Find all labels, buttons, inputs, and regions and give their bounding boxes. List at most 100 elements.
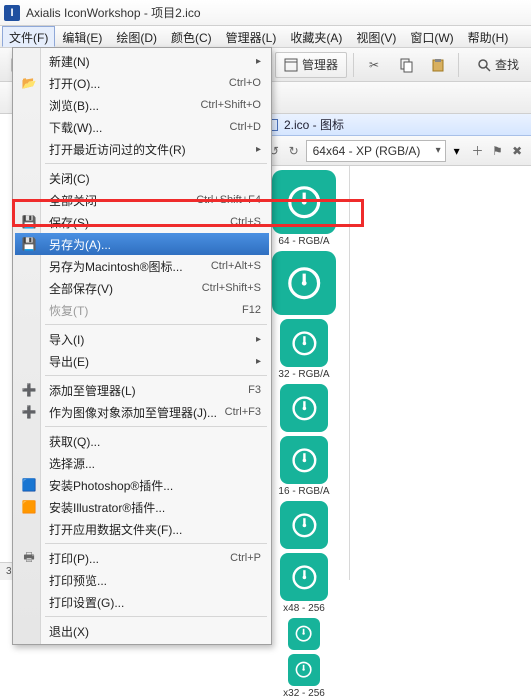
menu-item[interactable]: 打开最近访问过的文件(R)▸ [15, 138, 269, 160]
menu-item[interactable]: 📂打开(O)...Ctrl+O [15, 72, 269, 94]
menu-item-accel: Ctrl+O [229, 77, 261, 89]
menu-item-label: 全部关闭 [49, 192, 196, 209]
menu-file[interactable]: 文件(F) [2, 26, 55, 47]
blank-icon [21, 331, 37, 347]
blank-icon [21, 433, 37, 449]
menu-item[interactable]: 🟦安装Photoshop®插件... [15, 474, 269, 496]
menu-item[interactable]: 打印设置(G)... [15, 591, 269, 613]
menu-separator [45, 543, 267, 544]
menu-item-label: 另存为(A)... [49, 236, 261, 253]
menu-item-label: 打印预览... [49, 572, 261, 589]
menu-edit[interactable]: 编辑(E) [55, 26, 109, 47]
manager-label: 管理器 [302, 56, 338, 73]
menu-item[interactable]: 全部关闭Ctrl+Shift+F4 [15, 189, 269, 211]
menu-item[interactable]: 💾另存为(A)... [15, 233, 269, 255]
menu-help[interactable]: 帮助(H) [461, 26, 516, 47]
menu-item-label: 添加至管理器(L) [49, 382, 248, 399]
format-select[interactable]: 64x64 - XP (RGB/A) [306, 140, 446, 162]
add-format-icon[interactable]: ＋ [470, 139, 486, 163]
menu-item[interactable]: 关闭(C) [15, 167, 269, 189]
cut-icon[interactable]: ✂ [360, 52, 388, 78]
menu-item[interactable]: 退出(X) [15, 620, 269, 642]
thumb-item[interactable]: x48 - 256 [264, 553, 344, 614]
menu-separator [45, 163, 267, 164]
menu-color[interactable]: 颜色(C) [164, 26, 219, 47]
ps-icon: 🟦 [21, 477, 37, 493]
menu-manager[interactable]: 管理器(L) [219, 26, 284, 47]
thumb-preview-icon [272, 251, 336, 315]
manager-button[interactable]: 管理器 [275, 52, 347, 78]
rotate-right-icon[interactable]: ↻ [286, 139, 302, 163]
menu-item-label: 打开最近访问过的文件(R) [49, 141, 256, 158]
blank-icon [21, 141, 37, 157]
menu-item[interactable]: 打开应用数据文件夹(F)... [15, 518, 269, 540]
blank-icon [21, 302, 37, 318]
menu-item-accel: Ctrl+F3 [225, 406, 261, 418]
paste-icon[interactable] [424, 52, 452, 78]
menu-view[interactable]: 视图(V) [349, 26, 403, 47]
menu-item[interactable]: 导出(E)▸ [15, 350, 269, 372]
document-tab-header[interactable]: 2.ico - 图标 [260, 114, 531, 136]
menu-item-accel: Ctrl+D [230, 121, 261, 133]
menu-item-label: 导出(E) [49, 353, 256, 370]
menu-favorites[interactable]: 收藏夹(A) [283, 26, 349, 47]
menu-item[interactable]: 浏览(B)...Ctrl+Shift+O [15, 94, 269, 116]
copy-icon[interactable] [392, 52, 420, 78]
addlib-icon: ➕ [21, 382, 37, 398]
thumb-item[interactable]: 32 - RGB/A [264, 319, 344, 380]
menu-item-label: 全部保存(V) [49, 280, 202, 297]
thumb-item[interactable]: 16 - RGB/A [264, 436, 344, 497]
menu-item[interactable]: 全部保存(V)Ctrl+Shift+S [15, 277, 269, 299]
titlebar: I Axialis IconWorkshop - 项目2.ico [0, 0, 531, 26]
menu-item-accel: F12 [242, 304, 261, 316]
menu-item-label: 另存为Macintosh®图标... [49, 258, 211, 275]
menu-item-accel: Ctrl+P [230, 552, 261, 564]
blank-icon [21, 623, 37, 639]
menu-item[interactable]: ➕ 添加至管理器(L)F3 [15, 379, 269, 401]
menu-window[interactable]: 窗口(W) [403, 26, 460, 47]
menubar: 文件(F)编辑(E)绘图(D)颜色(C)管理器(L)收藏夹(A)视图(V)窗口(… [0, 26, 531, 48]
menu-item[interactable]: 选择源... [15, 452, 269, 474]
menu-draw[interactable]: 绘图(D) [109, 26, 164, 47]
menu-item[interactable]: 下载(W)...Ctrl+D [15, 116, 269, 138]
menu-item[interactable]: 新建(N)▸ [15, 50, 269, 72]
menu-item-label: 下载(W)... [49, 119, 230, 136]
menu-item[interactable]: 🟧安装Illustrator®插件... [15, 496, 269, 518]
menu-item-label: 打印设置(G)... [49, 594, 261, 611]
thumb-caption: 16 - RGB/A [264, 486, 344, 497]
menu-item[interactable]: 另存为Macintosh®图标...Ctrl+Alt+S [15, 255, 269, 277]
submenu-arrow-icon: ▸ [256, 144, 261, 155]
menu-item[interactable]: 🖶打印(P)...Ctrl+P [15, 547, 269, 569]
menu-item-accel: F3 [248, 384, 261, 396]
menu-item-label: 获取(Q)... [49, 433, 261, 450]
menu-item[interactable]: 获取(Q)... [15, 430, 269, 452]
thumb-item[interactable] [264, 501, 344, 549]
thumb-list: 64 - RGB/A32 - RGB/A16 - RGB/Ax48 - 256x… [260, 166, 350, 580]
thumb-item[interactable] [264, 618, 344, 650]
thumb-caption: 64 - RGB/A [264, 236, 344, 247]
search-button[interactable]: 查找 [469, 52, 527, 78]
thumb-item[interactable]: 64 - RGB/A [264, 170, 344, 247]
menu-item[interactable]: 导入(I)▸ [15, 328, 269, 350]
delete-format-icon[interactable]: ✖ [509, 139, 525, 163]
app-icon: I [4, 5, 20, 21]
window-icon [284, 58, 298, 72]
thumb-item[interactable]: x32 - 256 [264, 654, 344, 699]
document-toolbar: ↺ ↻ 64x64 - XP (RGB/A) ▾ ＋ ⚑ ✖ [260, 136, 531, 166]
menu-item[interactable]: ➕ 作为图像对象添加至管理器(J)...Ctrl+F3 [15, 401, 269, 423]
menu-item: 恢复(T)F12 [15, 299, 269, 321]
file-menu: 新建(N)▸📂打开(O)...Ctrl+O浏览(B)...Ctrl+Shift+… [12, 47, 272, 645]
menu-item-label: 作为图像对象添加至管理器(J)... [49, 404, 225, 421]
thumb-preview-icon [280, 553, 328, 601]
thumb-caption: x48 - 256 [264, 603, 344, 614]
blank-icon [21, 572, 37, 588]
menu-item-label: 导入(I) [49, 331, 256, 348]
menu-item[interactable]: 打印预览... [15, 569, 269, 591]
thumb-item[interactable] [264, 251, 344, 315]
thumb-item[interactable] [264, 384, 344, 432]
addimg-icon: ➕ [21, 404, 37, 420]
menu-item[interactable]: 💾保存(S)Ctrl+S [15, 211, 269, 233]
pin-icon[interactable]: ⚑ [489, 139, 505, 163]
thumb-preview-icon [272, 170, 336, 234]
menu-item-accel: Ctrl+Shift+F4 [196, 194, 261, 206]
